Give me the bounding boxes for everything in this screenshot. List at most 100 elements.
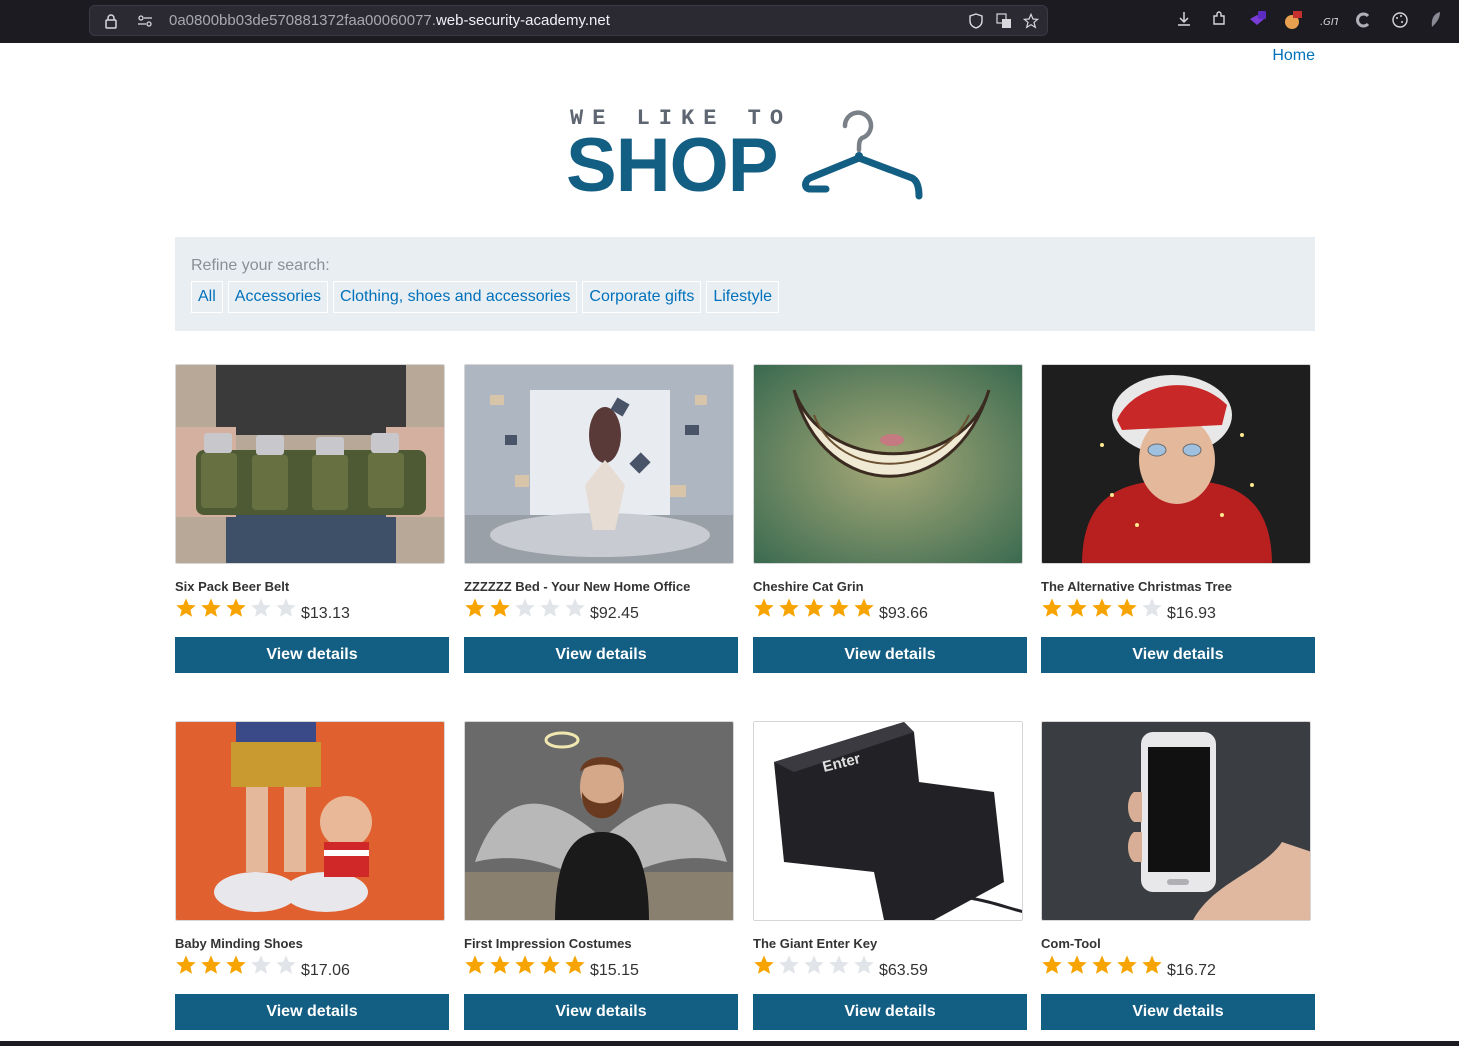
view-details-button[interactable]: View details	[175, 637, 449, 673]
star-empty-icon	[804, 955, 824, 974]
star-filled-icon	[515, 955, 535, 974]
star-empty-icon	[854, 955, 874, 974]
star-empty-icon	[779, 955, 799, 974]
category-filters: All Accessories Clothing, shoes and acce…	[191, 281, 780, 313]
star-empty-icon	[565, 598, 585, 617]
star-empty-icon	[251, 955, 271, 974]
view-details-button[interactable]: View details	[1041, 994, 1315, 1030]
tracking-protection-icon[interactable]	[968, 13, 984, 29]
view-details-button[interactable]: View details	[175, 994, 449, 1030]
url-text[interactable]: 0a0800bb03de570881372faa00060077.web-sec…	[169, 12, 610, 29]
star-filled-icon	[226, 598, 246, 617]
star-filled-icon	[1067, 598, 1087, 617]
product-card: ZZZZZZ Bed - Your New Home Office $92.45…	[464, 364, 738, 674]
star-filled-icon	[201, 598, 221, 617]
view-details-button[interactable]: View details	[753, 994, 1027, 1030]
star-rating	[1041, 954, 1163, 976]
extension-c-icon[interactable]	[1353, 11, 1373, 31]
product-title: Baby Minding Shoes	[175, 936, 303, 951]
view-details-button[interactable]: View details	[464, 994, 738, 1030]
extension-feather-icon[interactable]	[1426, 11, 1446, 31]
star-rating	[175, 597, 297, 619]
extension-purple-icon[interactable]	[1247, 11, 1267, 31]
star-filled-icon	[854, 598, 874, 617]
product-title: The Giant Enter Key	[753, 936, 878, 951]
product-image-angel-costume[interactable]	[464, 721, 734, 921]
cookie-icon[interactable]	[1390, 11, 1410, 31]
site-settings-icon[interactable]	[137, 13, 153, 29]
filter-panel: Refine your search: All Accessories Clot…	[175, 237, 1315, 331]
product-card: Six Pack Beer Belt $13.13 View details	[175, 364, 449, 674]
shop-logo[interactable]: WE LIKE TO SHOP	[566, 104, 926, 204]
star-rating	[464, 954, 586, 976]
svg-text:.GIT: .GIT	[1320, 17, 1338, 28]
translate-icon[interactable]	[996, 13, 1012, 29]
star-filled-icon	[176, 598, 196, 617]
star-filled-icon	[1042, 598, 1062, 617]
product-card: First Impression Costumes $15.15 View de…	[464, 721, 738, 1031]
view-details-button[interactable]: View details	[753, 637, 1027, 673]
star-filled-icon	[1092, 598, 1112, 617]
filter-label: Refine your search:	[191, 257, 330, 274]
star-empty-icon	[540, 598, 560, 617]
star-empty-icon	[515, 598, 535, 617]
star-filled-icon	[465, 598, 485, 617]
product-card: The Alternative Christmas Tree $16.93 Vi…	[1041, 364, 1315, 674]
star-filled-icon	[754, 955, 774, 974]
product-card: Com-Tool $16.72 View details	[1041, 721, 1315, 1031]
star-rating	[464, 597, 586, 619]
product-image-christmas-tree[interactable]	[1041, 364, 1311, 564]
star-filled-icon	[829, 598, 849, 617]
extension-git-icon[interactable]: .GIT	[1318, 11, 1341, 31]
downloads-icon[interactable]	[1174, 11, 1194, 31]
product-image-beer-belt[interactable]	[175, 364, 445, 564]
product-image-enter-key[interactable]: Enter	[753, 721, 1023, 921]
star-empty-icon	[276, 955, 296, 974]
product-image-cat-grin[interactable]	[753, 364, 1023, 564]
star-filled-icon	[465, 955, 485, 974]
filter-lifestyle[interactable]: Lifestyle	[706, 281, 780, 313]
browser-toolbar: 0a0800bb03de570881372faa00060077.web-sec…	[0, 0, 1459, 43]
product-title: Six Pack Beer Belt	[175, 579, 290, 594]
home-link[interactable]: Home	[1272, 47, 1315, 65]
star-filled-icon	[1067, 955, 1087, 974]
star-filled-icon	[1042, 955, 1062, 974]
product-card: Enter The Giant Enter Key $63.59 View de…	[753, 721, 1027, 1031]
address-bar[interactable]: 0a0800bb03de570881372faa00060077.web-sec…	[89, 5, 1048, 36]
filter-clothing[interactable]: Clothing, shoes and accessories	[333, 281, 578, 313]
star-filled-icon	[754, 598, 774, 617]
star-filled-icon	[1117, 955, 1137, 974]
star-filled-icon	[176, 955, 196, 974]
extensions-icon[interactable]	[1209, 11, 1229, 31]
product-image-baby-shoes[interactable]	[175, 721, 445, 921]
product-price: $93.66	[879, 605, 928, 622]
url-subdomain: 0a0800bb03de570881372faa00060077.	[169, 12, 436, 29]
filter-all[interactable]: All	[191, 281, 223, 313]
product-price: $92.45	[590, 605, 639, 622]
product-price: $63.59	[879, 962, 928, 979]
filter-accessories[interactable]: Accessories	[227, 281, 329, 313]
star-filled-icon	[490, 598, 510, 617]
product-card: Baby Minding Shoes $17.06 View details	[175, 721, 449, 1031]
star-rating	[753, 954, 875, 976]
star-rating	[1041, 597, 1163, 619]
product-image-phone[interactable]	[1041, 721, 1311, 921]
view-details-button[interactable]: View details	[464, 637, 738, 673]
star-filled-icon	[226, 955, 246, 974]
star-filled-icon	[565, 955, 585, 974]
star-empty-icon	[276, 598, 296, 617]
star-rating	[753, 597, 875, 619]
product-price: $17.06	[301, 962, 350, 979]
star-rating	[175, 954, 297, 976]
product-card: Cheshire Cat Grin $93.66 View details	[753, 364, 1027, 674]
filter-corporate-gifts[interactable]: Corporate gifts	[582, 281, 702, 313]
view-details-button[interactable]: View details	[1041, 637, 1315, 673]
product-title: First Impression Costumes	[464, 936, 632, 951]
star-filled-icon	[1117, 598, 1137, 617]
product-image-bed[interactable]	[464, 364, 734, 564]
lock-icon[interactable]	[103, 13, 119, 29]
extension-avatar-icon[interactable]	[1283, 11, 1303, 31]
url-host: web-security-academy.net	[435, 12, 610, 29]
star-empty-icon	[829, 955, 849, 974]
bookmark-star-icon[interactable]	[1022, 12, 1040, 29]
